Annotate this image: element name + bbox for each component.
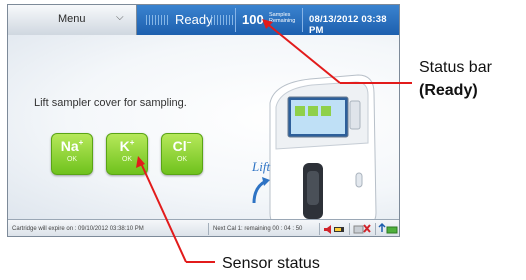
sensor-status-annotation: Sensor status [222, 255, 320, 272]
status-bar-annotation-line1: Status bar [419, 59, 492, 76]
status-bar-annotation-line2: (Ready) [419, 82, 478, 99]
sensor-callout-arrow-line [139, 160, 187, 263]
status-callout-arrow-line [264, 21, 341, 84]
sensor-callout-arrowhead [136, 156, 145, 168]
callout-lines [136, 19, 412, 263]
status-bar-annotation: Status bar (Ready) [419, 56, 492, 102]
